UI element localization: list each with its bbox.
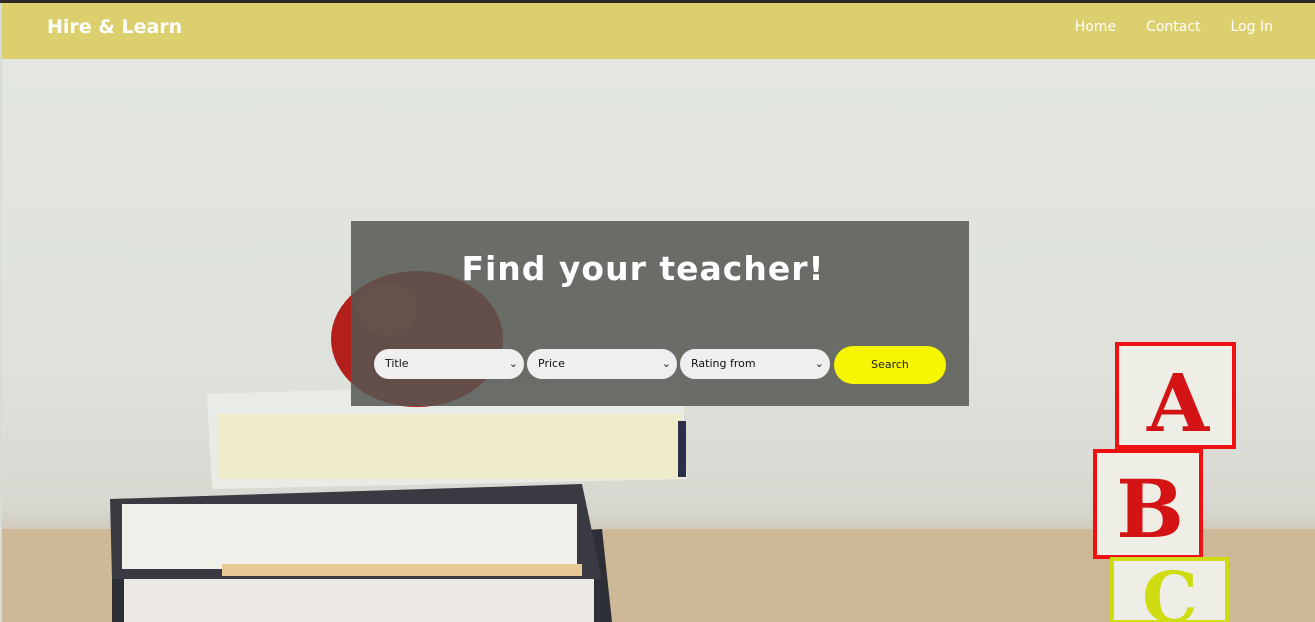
nav-link-home[interactable]: Home bbox=[1075, 19, 1116, 35]
book-top-edge bbox=[678, 421, 686, 477]
nav-links: Home Contact Log In bbox=[1075, 19, 1273, 35]
title-select[interactable]: Title ⌄ bbox=[374, 349, 524, 379]
search-panel: Find your teacher! Title ⌄ Price ⌄ Ratin… bbox=[351, 221, 969, 406]
block-c-letter: C bbox=[1142, 556, 1198, 622]
page: Hire & Learn Home Contact Log In A B C F… bbox=[0, 0, 1315, 622]
price-select-label: Price bbox=[538, 357, 565, 370]
book-top-pages bbox=[217, 414, 682, 479]
rating-select[interactable]: Rating from ⌄ bbox=[680, 349, 830, 379]
search-button[interactable]: Search bbox=[834, 346, 946, 384]
brand-logo[interactable]: Hire & Learn bbox=[47, 16, 182, 38]
page-title: Find your teacher! bbox=[461, 249, 825, 288]
book-middle-pages bbox=[122, 504, 577, 569]
nav-link-contact[interactable]: Contact bbox=[1146, 19, 1200, 35]
navbar: Hire & Learn Home Contact Log In bbox=[2, 3, 1315, 59]
chevron-down-icon: ⌄ bbox=[508, 357, 518, 370]
block-a-letter: A bbox=[1146, 356, 1210, 450]
price-select[interactable]: Price ⌄ bbox=[527, 349, 677, 379]
book-middle-stripe bbox=[222, 564, 582, 576]
nav-link-login[interactable]: Log In bbox=[1231, 19, 1273, 35]
chevron-down-icon: ⌄ bbox=[661, 357, 671, 370]
title-select-label: Title bbox=[385, 357, 409, 370]
rating-select-label: Rating from bbox=[691, 357, 756, 370]
block-b-letter: B bbox=[1116, 462, 1184, 556]
chevron-down-icon: ⌄ bbox=[814, 357, 824, 370]
